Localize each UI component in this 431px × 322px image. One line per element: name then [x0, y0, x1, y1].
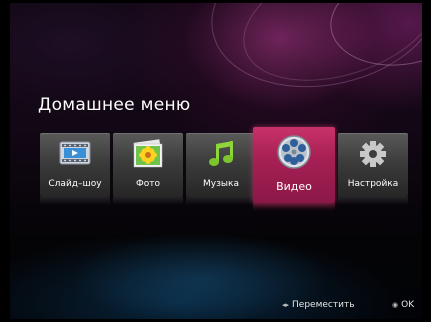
menu-item-photo[interactable]: Фото [113, 133, 183, 205]
menu-item-label: Музыка [203, 179, 239, 189]
move-hint: ◂▸ Переместить [282, 300, 355, 310]
left-right-arrows-icon: ◂▸ [282, 301, 290, 309]
gear-icon [358, 139, 388, 173]
music-note-icon [205, 139, 237, 173]
tile-reflection [113, 197, 183, 205]
tile-reflection [253, 203, 335, 211]
slideshow-film-icon [59, 139, 91, 171]
menu-item-slideshow[interactable]: Слайд–шоу [40, 133, 110, 205]
home-menu-title: Домашнее меню [38, 95, 191, 115]
menu-item-label: Слайд–шоу [48, 179, 102, 189]
menu-item-video[interactable]: Видео [253, 127, 335, 211]
ok-hint-label: OK [401, 300, 415, 310]
menu-item-label: Видео [276, 180, 312, 193]
menu-item-label: Настройка [347, 179, 399, 189]
move-hint-label: Переместить [292, 300, 355, 310]
tile-reflection [186, 197, 256, 205]
tile-reflection [40, 197, 110, 205]
film-reel-icon [275, 134, 313, 174]
home-menu-row: Слайд–шоу Фото Музыка Видео Настройка [40, 127, 408, 211]
menu-item-settings[interactable]: Настройка [338, 133, 408, 205]
menu-item-label: Фото [135, 179, 160, 189]
menu-item-music[interactable]: Музыка [186, 133, 256, 205]
tile-reflection [338, 197, 408, 205]
screen: Домашнее меню Слайд–шоу Фото Музыка Виде… [0, 0, 431, 322]
photo-flower-icon [131, 139, 165, 173]
ok-button-icon: ◉ [392, 301, 399, 309]
ok-hint: ◉ OK [392, 300, 414, 310]
